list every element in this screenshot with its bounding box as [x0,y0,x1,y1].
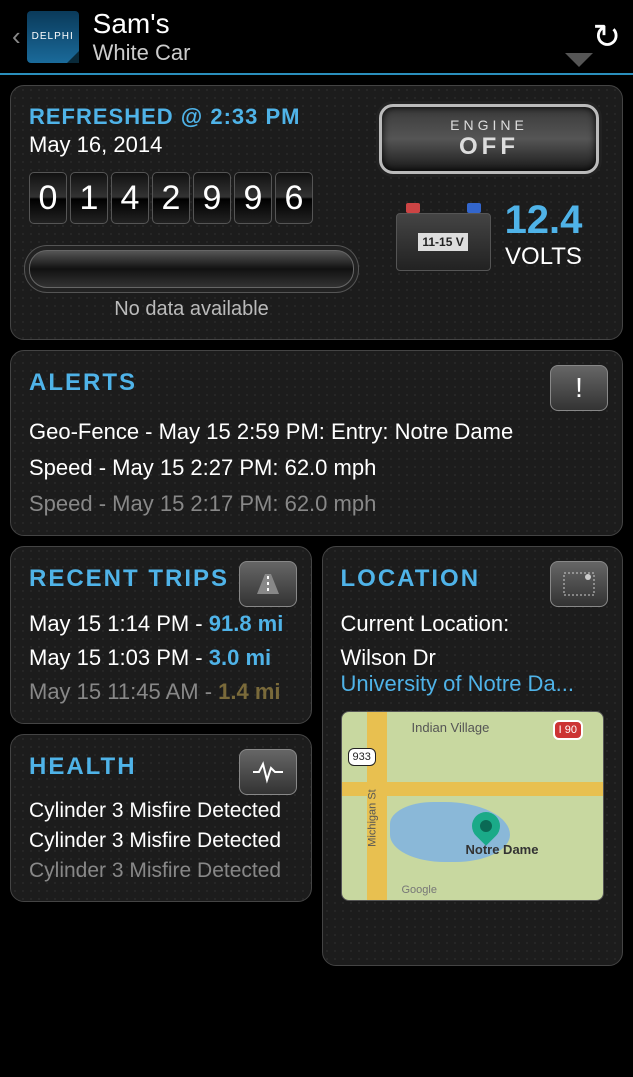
trip-item: May 15 1:14 PM - 91.8 mi [29,611,293,637]
map-label: Indian Village [412,720,490,735]
battery-icon: 11-15 V [396,199,491,271]
app-header: ‹ DELPHI Sam's White Car ↻ [0,0,633,75]
engine-label: ENGINE [450,117,528,133]
battery-status: 11-15 V 12.4 VOLTS [396,198,583,271]
pulse-icon[interactable] [239,749,297,795]
odo-digit: 9 [193,172,231,224]
engine-state: OFF [459,133,519,161]
odo-digit: 1 [70,172,108,224]
refreshed-date: May 16, 2014 [29,132,354,158]
alerts-card[interactable]: ALERTS ! Geo-Fence - May 15 2:59 PM: Ent… [10,350,623,536]
alert-icon[interactable]: ! [550,365,608,411]
status-card: REFRESHED @ 2:33 PM May 16, 2014 0 1 4 2… [10,85,623,340]
engine-button[interactable]: ENGINE OFF [379,104,599,174]
location-label: Current Location: [341,611,605,637]
odo-digit: 2 [152,172,190,224]
health-card[interactable]: HEALTH Cylinder 3 Misfire Detected Cylin… [10,734,312,902]
vehicle-selector[interactable]: Sam's White Car [93,8,545,66]
fuel-status: No data available [29,298,354,321]
volts-unit: VOLTS [505,243,583,271]
map-icon[interactable] [550,561,608,607]
app-logo[interactable]: DELPHI [27,11,79,63]
odometer: 0 1 4 2 9 9 6 [29,172,354,224]
map-label: Michigan St [366,789,378,846]
odo-digit: 6 [275,172,313,224]
fuel-gauge [29,250,354,288]
odo-digit: 0 [29,172,67,224]
owner-name: Sam's [93,8,545,40]
health-item: Cylinder 3 Misfire Detected [29,799,293,823]
volts-value: 12.4 [505,198,583,243]
trip-item: May 15 1:03 PM - 3.0 mi [29,645,293,671]
battery-range: 11-15 V [418,233,467,251]
location-card[interactable]: LOCATION Current Location: Wilson Dr Uni… [322,546,624,966]
alert-item: Geo-Fence - May 15 2:59 PM: Entry: Notre… [29,419,604,445]
map-shield: I 90 [553,720,583,740]
trips-card[interactable]: RECENT TRIPS May 15 1:14 PM - 91.8 mi Ma… [10,546,312,724]
map-label: Notre Dame [466,842,539,857]
dropdown-icon[interactable] [565,53,593,67]
back-icon[interactable]: ‹ [12,21,21,52]
map-attribution: Google [402,884,437,896]
alerts-title: ALERTS [29,369,604,397]
odo-digit: 4 [111,172,149,224]
car-name: White Car [93,40,545,66]
odo-digit: 9 [234,172,272,224]
map-shield: 933 [348,748,376,766]
health-item: Cylinder 3 Misfire Detected [29,859,293,883]
trip-item: May 15 11:45 AM - 1.4 mi [29,679,293,705]
map-thumbnail[interactable]: I 90 933 Indian Village Notre Dame Googl… [341,711,605,901]
health-item: Cylinder 3 Misfire Detected [29,829,293,853]
alert-item: Speed - May 15 2:27 PM: 62.0 mph [29,455,604,481]
location-line1: Wilson Dr [341,645,605,671]
refresh-icon[interactable]: ↻ [593,17,622,57]
alert-item: Speed - May 15 2:17 PM: 62.0 mph [29,491,604,517]
refreshed-label: REFRESHED @ 2:33 PM [29,104,354,130]
road-icon[interactable] [239,561,297,607]
location-link[interactable]: University of Notre Da... [341,671,605,697]
